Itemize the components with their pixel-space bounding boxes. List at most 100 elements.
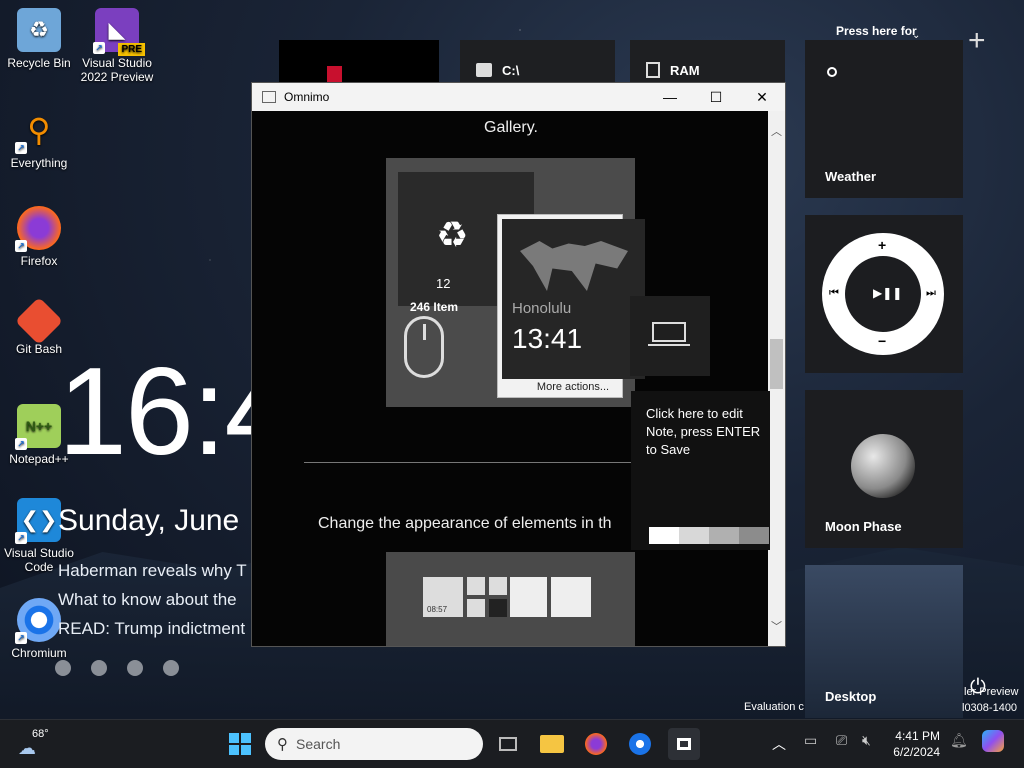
scroll-up-arrow[interactable]: ︿ [768, 123, 785, 139]
window-titlebar[interactable]: Omnimo — ☐ ✕ [252, 83, 785, 111]
timezone-time: 13:41 [512, 323, 583, 354]
recycle-count-number: 12 [436, 276, 451, 291]
weather-hint: Press here for [836, 24, 917, 38]
note-color-swatches[interactable] [649, 527, 769, 544]
weather-taskbar-widget[interactable]: ☁ 68° [16, 728, 56, 760]
scroll-down-arrow[interactable]: ﹀ [768, 618, 785, 634]
recycle-bin-icon: ♻ [17, 8, 61, 52]
volume-up-button[interactable]: + [878, 237, 886, 253]
network-icon[interactable]: ▭ [804, 732, 817, 749]
shortcut-arrow-icon: ↗ [15, 532, 27, 544]
moon-phase-label: Moon Phase [825, 519, 902, 534]
close-button[interactable]: ✕ [739, 83, 785, 111]
show-hidden-icons-chevron-icon[interactable]: ︿ [772, 734, 786, 754]
chromium-taskbar-button[interactable] [624, 728, 656, 760]
firefox-taskbar-button[interactable] [580, 728, 612, 760]
mini-clock-tile: 08:57 [423, 577, 463, 617]
taskbar-search-box[interactable]: ⚲ Search [265, 728, 483, 760]
desktop-icon-everything[interactable]: ⚲ ↗ Everything [1, 108, 77, 170]
omnimo-window[interactable]: Omnimo — ☐ ✕ Gallery. ♻ 12 246 Item Hono… [251, 82, 786, 647]
desktop-icon-label: Chromium [11, 646, 67, 660]
task-view-button[interactable] [492, 728, 524, 760]
minimize-button[interactable]: — [647, 83, 693, 111]
laptop-icon [652, 322, 686, 342]
firefox-icon [585, 733, 607, 755]
display-icon[interactable]: ⎚ [836, 732, 847, 749]
add-widget-icon[interactable]: + [968, 24, 986, 58]
mini-media-tile [510, 577, 547, 617]
omnimo-icon [677, 738, 691, 750]
page-dot[interactable] [55, 660, 71, 676]
desktop-icon-label: Visual Studio 2022 Preview [80, 56, 154, 84]
desktop-icon-label: Recycle Bin [7, 56, 71, 70]
timezone-city: Honolulu [512, 300, 572, 317]
window-content[interactable]: Gallery. ♻ 12 246 Item Honolulu 13:41 Mo… [252, 111, 770, 646]
desktop-widget[interactable]: Desktop [805, 565, 963, 718]
scrollbar-thumb[interactable] [770, 339, 783, 389]
mini-clock-time: 08:57 [427, 605, 448, 614]
play-pause-icon[interactable]: ▶❚❚ [873, 286, 902, 300]
drive-label: C:\ [502, 62, 520, 78]
desktop-icon-label: Everything [10, 156, 68, 170]
desktop-icon-firefox[interactable]: ↗ Firefox [1, 206, 77, 268]
moon-phase-widget[interactable]: Moon Phase [805, 390, 963, 548]
notification-bell-icon[interactable]: 🔔︎ [950, 732, 968, 749]
news-headline[interactable]: READ: Trump indictment [58, 619, 245, 639]
news-headline[interactable]: Haberman reveals why T [58, 561, 247, 581]
shortcut-arrow-icon: ↗ [93, 42, 105, 54]
shortcut-arrow-icon: ↗ [15, 632, 27, 644]
weather-widget[interactable]: Press here for ⌄ Weather [805, 24, 963, 198]
appearance-preview-image[interactable]: 08:57 [386, 552, 635, 646]
desktop-icon-recycle-bin[interactable]: ♻ Recycle Bin [1, 8, 77, 70]
note-widget[interactable]: Click here to edit Note, press ENTER to … [631, 391, 770, 550]
desktop-icon-label: Firefox [20, 254, 58, 268]
maximize-button[interactable]: ☐ [693, 83, 739, 111]
color-swatch[interactable] [709, 527, 739, 544]
volume-muted-icon[interactable]: 🔇︎ [862, 732, 871, 749]
taskbar-date: 6/2/2024 [893, 745, 940, 759]
news-headline[interactable]: What to know about the [58, 590, 237, 610]
desktop-clock-date: Sunday, June [58, 504, 240, 537]
gallery-text: Gallery. [484, 119, 538, 136]
omnimo-taskbar-button[interactable] [668, 728, 700, 760]
taskbar-time: 4:41 PM [895, 729, 940, 743]
note-text[interactable]: Click here to edit Note, press ENTER to … [646, 405, 766, 459]
more-actions-link[interactable]: More actions... [498, 381, 648, 393]
shortcut-arrow-icon: ↗ [15, 438, 27, 450]
shortcut-arrow-icon: ↗ [15, 142, 27, 154]
mini-volume-tile [467, 577, 485, 595]
taskbar: ☁ 68° ︿ ▭ ⎚ 🔇︎ 4:41 PM 6/2/2024 🔔︎ [0, 719, 1024, 768]
color-swatch[interactable] [739, 527, 769, 544]
start-button[interactable] [224, 728, 256, 760]
change-appearance-text: Change the appearance of elements in th [318, 515, 612, 532]
cloud-icon: ☁ [18, 738, 36, 758]
gallery-preview-image[interactable]: ♻ 12 246 Item Honolulu 13:41 More action… [386, 158, 645, 407]
timezone-popup[interactable]: Honolulu 13:41 More actions... [497, 214, 645, 398]
magnifier-icon: ⚲ ↗ [15, 108, 61, 154]
file-explorer-button[interactable] [536, 728, 568, 760]
chromium-icon [629, 733, 651, 755]
desktop-icon-visual-studio-preview[interactable]: ◣ PRE ↗ Visual Studio 2022 Preview [79, 8, 155, 84]
taskbar-clock[interactable]: 4:41 PM 6/2/2024 [893, 728, 940, 760]
previous-track-icon[interactable]: ⏮ [829, 287, 839, 300]
weather-temperature: 68° [32, 728, 49, 740]
window-scrollbar[interactable]: ︿ ﹀ [768, 111, 785, 646]
chevron-down-icon: ⌄ [912, 30, 921, 41]
copilot-icon[interactable] [982, 730, 1004, 752]
build-watermark-line1: ler Preview [964, 686, 1019, 698]
page-indicator-dots[interactable] [55, 660, 179, 676]
search-icon: ⚲ [277, 736, 288, 753]
task-view-icon [499, 737, 517, 751]
page-dot[interactable] [91, 660, 107, 676]
color-swatch[interactable] [679, 527, 709, 544]
folder-icon [540, 735, 564, 753]
color-swatch[interactable] [649, 527, 679, 544]
page-dot[interactable] [163, 660, 179, 676]
volume-down-button[interactable]: − [878, 333, 886, 349]
world-map-icon [502, 219, 645, 379]
app-window-icon [262, 91, 276, 103]
media-player-widget[interactable]: + − ⏮ ⏭ ▶❚❚ [805, 215, 963, 373]
next-track-icon[interactable]: ⏭ [926, 287, 936, 300]
page-dot[interactable] [127, 660, 143, 676]
laptop-tile[interactable] [630, 296, 710, 376]
